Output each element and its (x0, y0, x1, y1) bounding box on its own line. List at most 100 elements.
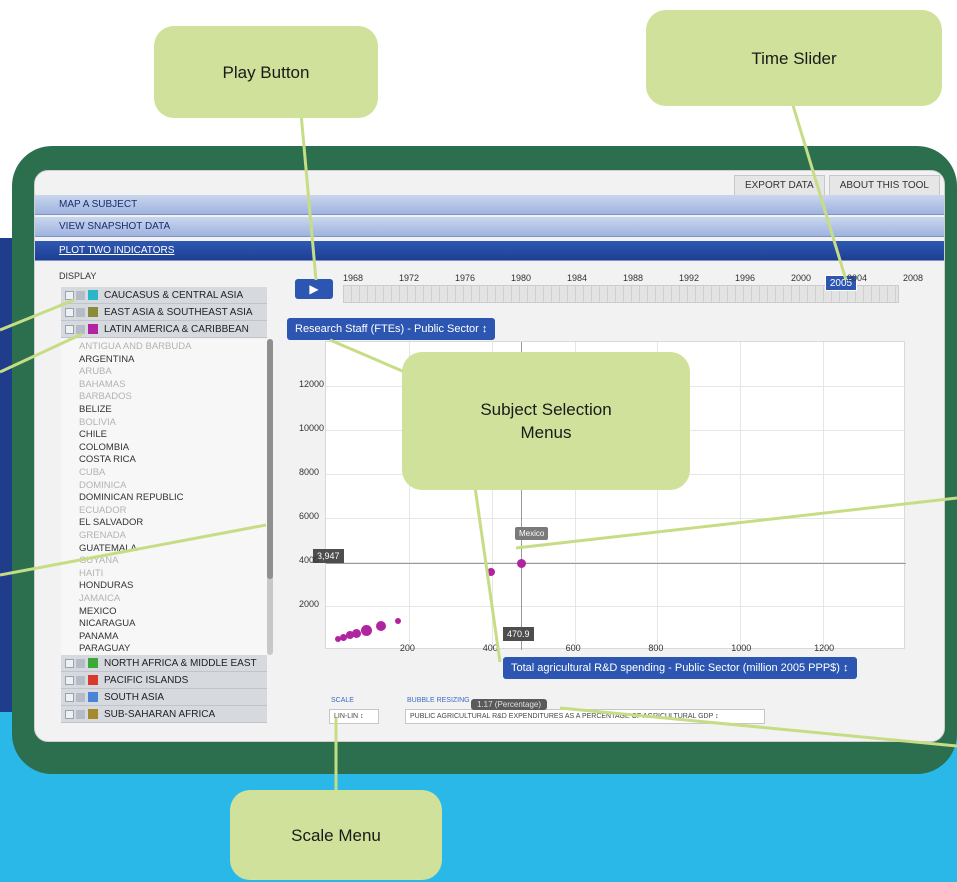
region-row[interactable]: CAUCASUS & CENTRAL ASIA (61, 287, 267, 304)
gridline-horizontal (326, 606, 906, 607)
country-item[interactable]: BOLIVIA (79, 417, 116, 428)
data-point[interactable] (361, 625, 373, 637)
data-point[interactable] (346, 631, 355, 640)
region-color-swatch (88, 307, 98, 317)
region-row[interactable]: EAST ASIA & SOUTHEAST ASIA (61, 304, 267, 321)
country-item[interactable]: BELIZE (79, 404, 112, 415)
nav-snapshot-data[interactable]: VIEW SNAPSHOT DATA (35, 217, 944, 237)
region-toggle[interactable] (76, 675, 85, 685)
region-checkbox[interactable] (65, 675, 74, 685)
region-label: CAUCASUS & CENTRAL ASIA (104, 289, 244, 301)
display-label: DISPLAY (59, 271, 97, 281)
scale-menu[interactable]: LIN-LIN ↕ (329, 709, 379, 724)
point-label-mexico: Mexico (515, 527, 549, 540)
region-row[interactable]: SOUTH ASIA (61, 689, 267, 706)
nav-plot-two-indicators[interactable]: PLOT TWO INDICATORS (35, 241, 944, 261)
country-item[interactable]: ARUBA (79, 366, 112, 377)
play-icon: ▶ (309, 282, 319, 296)
region-toggle[interactable] (76, 324, 85, 334)
country-item[interactable]: ANTIGUA AND BARBUDA (79, 341, 191, 352)
country-item[interactable]: CUBA (79, 467, 105, 478)
nav-map-subject[interactable]: MAP A SUBJECT (35, 195, 944, 215)
region-row[interactable]: PACIFIC ISLANDS (61, 672, 267, 689)
region-row[interactable]: NORTH AFRICA & MIDDLE EAST (61, 655, 267, 672)
year-label: 2004 (847, 273, 868, 283)
y-tick-label: 4000 (299, 555, 320, 565)
year-label: 1976 (455, 273, 476, 283)
year-label: 2008 (903, 273, 924, 283)
country-item[interactable]: EL SALVADOR (79, 517, 143, 528)
country-item[interactable]: JAMAICA (79, 593, 120, 604)
country-item[interactable]: GUATEMALA (79, 543, 137, 554)
region-checkbox[interactable] (65, 709, 74, 719)
x-tick-label: 600 (565, 643, 581, 653)
region-color-swatch (88, 324, 98, 334)
region-toggle[interactable] (76, 709, 85, 719)
region-checkbox[interactable] (65, 658, 74, 668)
country-item[interactable]: ECUADOR (79, 505, 127, 516)
country-item[interactable]: BAHAMAS (79, 379, 125, 390)
x-subject-menu[interactable]: Total agricultural R&D spending - Public… (503, 657, 857, 679)
y-subject-menu[interactable]: Research Staff (FTEs) - Public Sector ↕ (287, 318, 496, 340)
country-item[interactable]: GRENADA (79, 530, 126, 541)
year-label: 1996 (735, 273, 756, 283)
year-label: 1980 (511, 273, 532, 283)
country-item[interactable]: COLOMBIA (79, 442, 129, 453)
country-item[interactable]: MEXICO (79, 606, 116, 617)
time-slider[interactable] (343, 285, 899, 303)
region-toggle[interactable] (76, 290, 85, 300)
region-checkbox[interactable] (65, 692, 74, 702)
country-item[interactable]: HONDURAS (79, 580, 133, 591)
data-point[interactable] (486, 567, 495, 576)
region-row[interactable]: LATIN AMERICA & CARIBBEAN (61, 321, 267, 338)
data-point[interactable] (339, 633, 347, 641)
region-row[interactable]: SUB-SAHARAN AFRICA (61, 706, 267, 723)
country-item[interactable]: GUYANA (79, 555, 118, 566)
play-button[interactable]: ▶ (295, 279, 333, 299)
country-item[interactable]: ARGENTINA (79, 354, 134, 365)
country-item[interactable]: HAITI (79, 568, 103, 579)
region-toggle[interactable] (76, 658, 85, 668)
region-color-swatch (88, 290, 98, 300)
scrollbar-thumb[interactable] (267, 339, 273, 579)
gridline-horizontal (326, 518, 906, 519)
data-point[interactable] (375, 620, 386, 631)
region-checkbox[interactable] (65, 324, 74, 334)
y-tick-label: 12000 (299, 379, 325, 389)
region-label: LATIN AMERICA & CARIBBEAN (104, 323, 249, 335)
country-item[interactable]: BARBADOS (79, 391, 132, 402)
year-label: 1992 (679, 273, 700, 283)
top-tabs: EXPORT DATA ABOUT THIS TOOL (733, 175, 940, 196)
country-item[interactable]: DOMINICA (79, 480, 127, 491)
region-toggle[interactable] (76, 692, 85, 702)
country-item[interactable]: COSTA RICA (79, 454, 136, 465)
y-tick-label: 6000 (299, 511, 320, 521)
country-item[interactable]: CHILE (79, 429, 107, 440)
tab-about[interactable]: ABOUT THIS TOOL (828, 175, 940, 196)
tab-export-data[interactable]: EXPORT DATA (733, 175, 825, 196)
country-item[interactable]: PARAGUAY (79, 643, 130, 654)
region-label: PACIFIC ISLANDS (104, 674, 189, 686)
country-item[interactable]: DOMINICAN REPUBLIC (79, 492, 184, 503)
region-label: EAST ASIA & SOUTHEAST ASIA (104, 306, 253, 318)
data-point[interactable] (335, 635, 342, 642)
data-point[interactable] (395, 617, 402, 624)
gridline-vertical (823, 342, 825, 650)
data-point[interactable] (516, 558, 526, 568)
year-label: 1972 (399, 273, 420, 283)
region-color-swatch (88, 675, 98, 685)
bubble-resizing-menu[interactable]: PUBLIC AGRICULTURAL R&D EXPENDITURES AS … (405, 709, 765, 724)
year-label: 1988 (623, 273, 644, 283)
y-tick-label: 10000 (299, 423, 325, 433)
callout-subject-menus: Subject Selection Menus (402, 352, 690, 490)
region-label: SOUTH ASIA (104, 691, 165, 703)
year-label: 2000 (791, 273, 812, 283)
bubble-tooltip: 1.17 (Percentage) (471, 699, 548, 710)
x-tick-label: 1000 (731, 643, 752, 653)
country-item[interactable]: NICARAGUA (79, 618, 135, 629)
x-tick-label: 800 (648, 643, 664, 653)
region-checkbox[interactable] (65, 307, 74, 317)
region-checkbox[interactable] (65, 290, 74, 300)
region-toggle[interactable] (76, 307, 85, 317)
country-item[interactable]: PANAMA (79, 631, 118, 642)
